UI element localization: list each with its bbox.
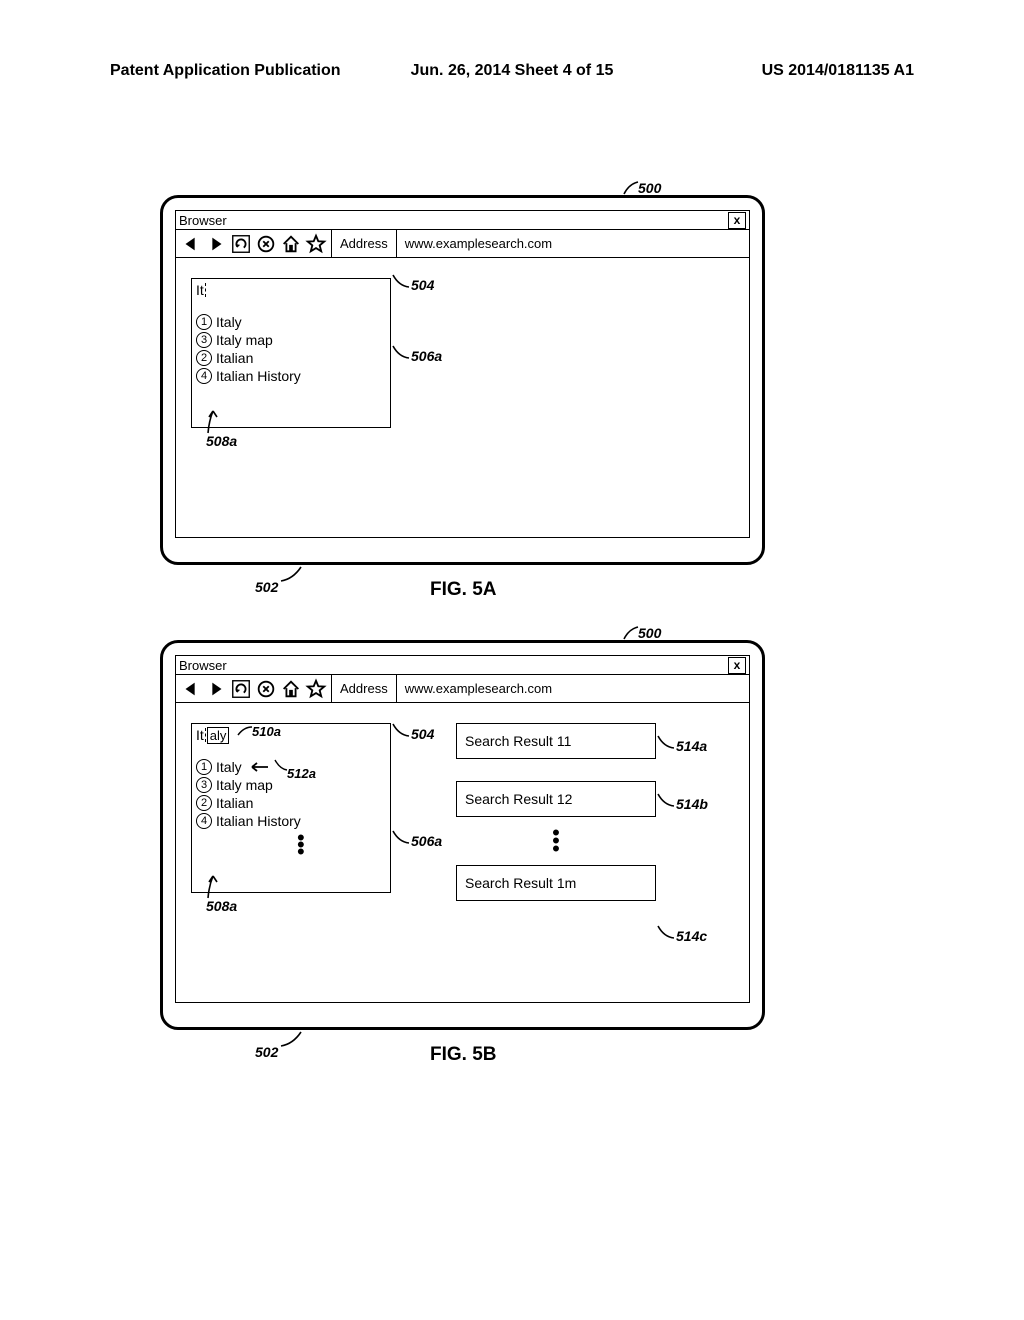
ref-510a: 510a <box>252 724 281 739</box>
suggestion-item[interactable]: 2Italian <box>196 795 386 811</box>
ellipsis-icon: ••• <box>297 834 305 855</box>
search-input[interactable]: It <box>196 281 207 299</box>
address-value[interactable]: www.examplesearch.com <box>397 230 749 257</box>
browser-titlebar: Browser x <box>175 210 750 230</box>
autocomplete-text: aly <box>207 727 230 744</box>
address-label: Address <box>332 675 397 702</box>
address-label: Address <box>332 230 397 257</box>
favorite-icon[interactable] <box>305 678 327 700</box>
result-item[interactable]: Search Result 12 <box>456 781 656 817</box>
browser-title: Browser <box>179 213 227 228</box>
header-right: US 2014/0181135 A1 <box>646 62 914 80</box>
home-icon[interactable] <box>280 678 302 700</box>
forward-icon[interactable] <box>205 233 227 255</box>
header-left: Patent Application Publication <box>110 62 378 80</box>
back-icon[interactable] <box>180 233 202 255</box>
browser-titlebar: Browser x <box>175 655 750 675</box>
ellipsis-icon: ••• <box>456 829 656 853</box>
browser-title: Browser <box>179 658 227 673</box>
ref-504: 504 <box>411 726 434 742</box>
ref-506a: 506a <box>411 833 442 849</box>
device-frame: Browser x Address www.examplesearch.com <box>160 640 765 1030</box>
close-button[interactable]: x <box>728 212 746 229</box>
suggestion-item[interactable]: 2Italian <box>196 350 386 366</box>
figure-caption-5b: FIG. 5B <box>430 1044 497 1066</box>
close-button[interactable]: x <box>728 657 746 674</box>
figure-5b: 500 Browser x Address www.examplesearch.… <box>160 640 765 1030</box>
search-input[interactable]: Italy <box>196 726 229 744</box>
suggestion-panel: Italy 510a 1Italy 3Italy map 2Italian 4I… <box>191 723 391 893</box>
address-value[interactable]: www.examplesearch.com <box>397 675 749 702</box>
search-results: Search Result 11 Search Result 12 ••• Se… <box>456 723 656 901</box>
suggestion-item[interactable]: 4Italian History <box>196 368 386 384</box>
suggestion-panel: It 1Italy 3Italy map 2Italian 4Italian H… <box>191 278 391 428</box>
result-item[interactable]: Search Result 11 <box>456 723 656 759</box>
result-item[interactable]: Search Result 1m <box>456 865 656 901</box>
suggestion-item[interactable]: 3Italy map <box>196 332 386 348</box>
suggestion-item[interactable]: 4Italian History <box>196 813 386 829</box>
home-icon[interactable] <box>280 233 302 255</box>
device-frame: Browser x Address www.examplesearch.com <box>160 195 765 565</box>
ref-502: 502 <box>255 1044 278 1060</box>
header-center: Jun. 26, 2014 Sheet 4 of 15 <box>378 62 646 80</box>
page-header: Patent Application Publication Jun. 26, … <box>0 62 1024 88</box>
stop-icon[interactable] <box>255 678 277 700</box>
ref-500: 500 <box>638 180 661 196</box>
ref-508a: 508a <box>206 433 237 449</box>
suggestion-list: 1Italy 3Italy map 2Italian 4Italian Hist… <box>196 314 386 384</box>
back-icon[interactable] <box>180 678 202 700</box>
ref-506a: 506a <box>411 348 442 364</box>
ref-502: 502 <box>255 579 278 595</box>
favorite-icon[interactable] <box>305 233 327 255</box>
ref-508a: 508a <box>206 898 237 914</box>
browser-toolbar: Address www.examplesearch.com <box>175 675 750 703</box>
text-cursor <box>205 283 206 297</box>
ref-514a: 514a <box>676 738 707 754</box>
figure-5a: 500 Browser x Address www.ex <box>160 195 765 565</box>
suggestion-item[interactable]: 1Italy <box>196 314 386 330</box>
ref-504: 504 <box>411 277 434 293</box>
figure-caption-5a: FIG. 5A <box>430 579 497 601</box>
ref-514c: 514c <box>676 928 707 944</box>
text-cursor <box>205 728 206 742</box>
content-area: It 1Italy 3Italy map 2Italian 4Italian H… <box>175 258 750 538</box>
ref-514b: 514b <box>676 796 708 812</box>
browser-toolbar: Address www.examplesearch.com <box>175 230 750 258</box>
forward-icon[interactable] <box>205 678 227 700</box>
ref-500: 500 <box>638 625 661 641</box>
ref-512a: 512a <box>287 766 316 781</box>
stop-icon[interactable] <box>255 233 277 255</box>
arrow-left-icon <box>248 761 270 773</box>
refresh-icon[interactable] <box>230 233 252 255</box>
content-area: Italy 510a 1Italy 3Italy map 2Italian 4I… <box>175 703 750 1003</box>
refresh-icon[interactable] <box>230 678 252 700</box>
